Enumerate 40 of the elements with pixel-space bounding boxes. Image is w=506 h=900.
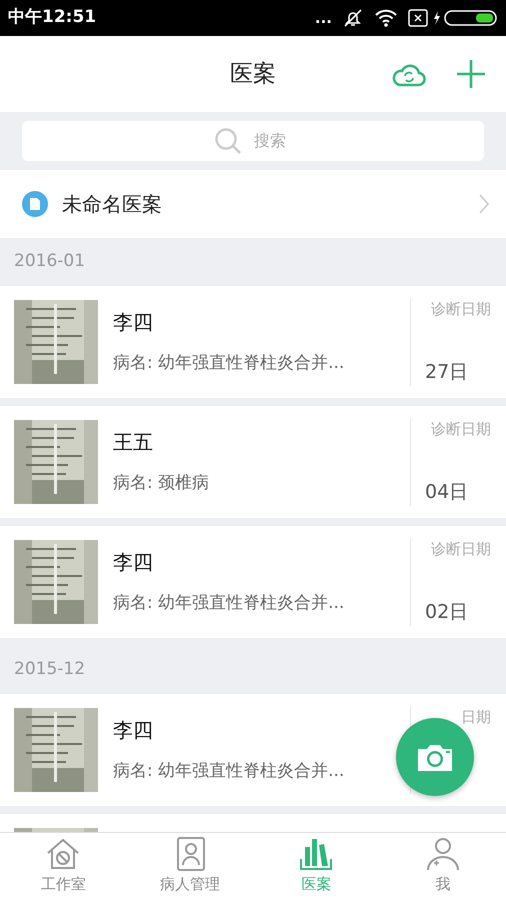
diagnosis-date: 27日 [425,360,470,384]
date-label: 诊断日期 [431,299,492,320]
sim-icon [408,9,428,27]
patient-name: 王五 [113,429,154,456]
record-row[interactable]: 李四 病名: 幼年强直性脊柱炎合并... 诊断日期 02日 [0,526,506,638]
patient-name: 李四 [113,309,154,336]
record-row[interactable]: 李四 病名: 幼年强直性脊柱炎合并... 日期 [0,694,506,806]
wifi-icon [374,8,398,28]
record-row[interactable]: 王五 病名: 颈椎病 诊断日期 04日 [0,406,506,518]
patient-name: 李四 [113,717,154,744]
nav-tab[interactable]: 病人管理 [126,833,253,900]
diagnosis-text: 病名: 幼年强直性脊柱炎合并... [113,760,346,784]
unnamed-records-row[interactable]: 未命名医案 [0,170,506,238]
document-icon [22,191,48,217]
status-dots: ... [314,10,332,26]
date-label: 诊断日期 [431,539,492,560]
patient-name: 李四 [113,549,154,576]
search-icon [214,127,242,155]
nav-tab[interactable]: 工作室 [0,833,126,900]
chevron-right-icon [478,193,490,215]
diagnosis-text: 病名: 颈椎病 [113,472,210,496]
date-label: 诊断日期 [431,419,492,440]
status-time: 中午12:51 [8,6,96,30]
diagnosis-date: 02日 [425,600,470,624]
person-icon [424,837,461,872]
mute-icon [342,8,364,28]
month-header: 2016-01 [13,250,86,274]
books-icon [298,837,334,872]
diagnosis-text: 病名: 幼年强直性脊柱炎合并... [113,592,346,616]
date-label: 日期 [461,707,492,728]
search-field[interactable]: 搜索 [252,128,292,154]
month-header: 2015-12 [13,658,86,682]
record-row[interactable]: 李四 病名: 幼年强直性脊柱炎合并... 诊断日期 27日 [0,286,506,398]
page-title: 医案 [230,60,276,89]
diagnosis-text: 病名: 幼年强直性脊柱炎合并... [113,352,346,376]
house-icon [45,837,82,872]
nav-tab[interactable]: 我 [380,833,506,900]
add-icon[interactable] [456,59,486,89]
diagnosis-date: 04日 [425,480,470,504]
battery-icon [432,9,498,27]
